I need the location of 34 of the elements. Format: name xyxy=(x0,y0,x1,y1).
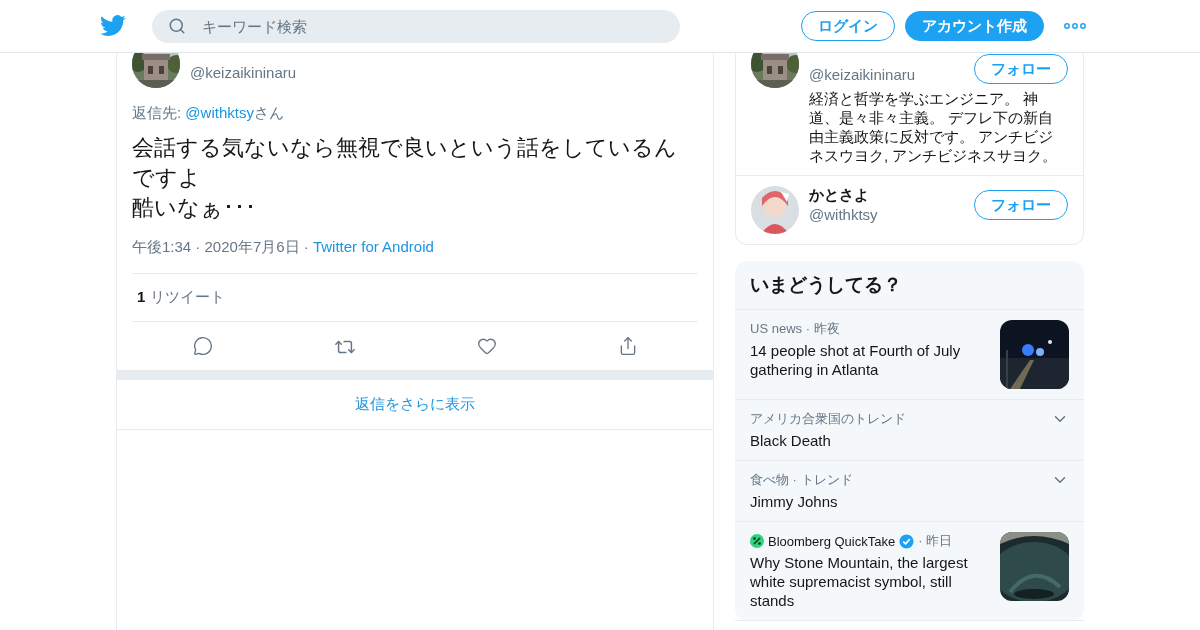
reply-to-text: 返信先: @withktsyさん xyxy=(132,104,285,123)
trend-title[interactable]: 14 people shot at Fourth of July gathering in Atlanta xyxy=(750,341,990,379)
author-handle[interactable]: @keizaikininaru xyxy=(190,63,297,88)
retweet-count[interactable]: 1 リツイート xyxy=(132,274,698,322)
account-name[interactable]: Bloomberg QuickTake xyxy=(768,533,896,549)
search-icon xyxy=(168,16,186,35)
account-logo-icon xyxy=(750,534,764,548)
user-name[interactable]: かとさよ xyxy=(809,186,878,205)
follow-button[interactable]: フォロー xyxy=(974,190,1068,220)
trend-meta: US news · 昨夜 xyxy=(750,320,840,338)
login-button[interactable]: ログイン xyxy=(801,11,895,41)
trend-title[interactable]: Jimmy Johns xyxy=(750,492,1041,511)
user-bio: 経済と哲学を学ぶエンジニア。 神道、是々非々主義。 デフレ下の新自由主義政策に反対です。 アンチビジネスウヨク, アンチビジネスサヨク。 xyxy=(809,89,1059,165)
tweet-timestamp: 午後1:34 · 2020年7月6日 · Twitter for Android xyxy=(132,238,698,274)
trend-meta: 食べ物 · トレンド xyxy=(750,471,853,489)
bird-logo[interactable] xyxy=(100,15,126,37)
follow-button[interactable]: フォロー xyxy=(974,54,1068,84)
trends-title: いまどうしてる？ xyxy=(735,261,1084,310)
tweet-text: 会話する気ないなら無視で良いという話をしているんですよ xyxy=(132,134,677,192)
source-link[interactable]: Twitter for Android xyxy=(312,238,434,255)
reply-icon[interactable] xyxy=(192,336,213,356)
show-more-replies-link[interactable]: 返信をさらに表示 xyxy=(355,395,475,412)
trend-title[interactable]: Why Stone Mountain, the largest white supremacist symbol, still stands xyxy=(750,553,990,610)
trend-meta: アメリカ合衆国のトレンド xyxy=(750,410,906,428)
trend-meta: · 昨日 xyxy=(918,532,953,550)
search-field[interactable]: キーワード検索 xyxy=(152,9,680,43)
trend-title[interactable]: Black Death xyxy=(750,431,1041,450)
more-icon[interactable] xyxy=(1064,23,1086,29)
user-handle[interactable]: @keizaikininaru xyxy=(809,65,916,85)
signup-button[interactable]: アカウント作成 xyxy=(905,11,1044,41)
tweet-text: 酷いなぁ･･･ xyxy=(132,194,257,222)
user-handle[interactable]: @withktsy xyxy=(809,205,878,225)
like-icon[interactable] xyxy=(476,336,497,356)
mention-link[interactable]: @withktsy xyxy=(185,104,254,121)
